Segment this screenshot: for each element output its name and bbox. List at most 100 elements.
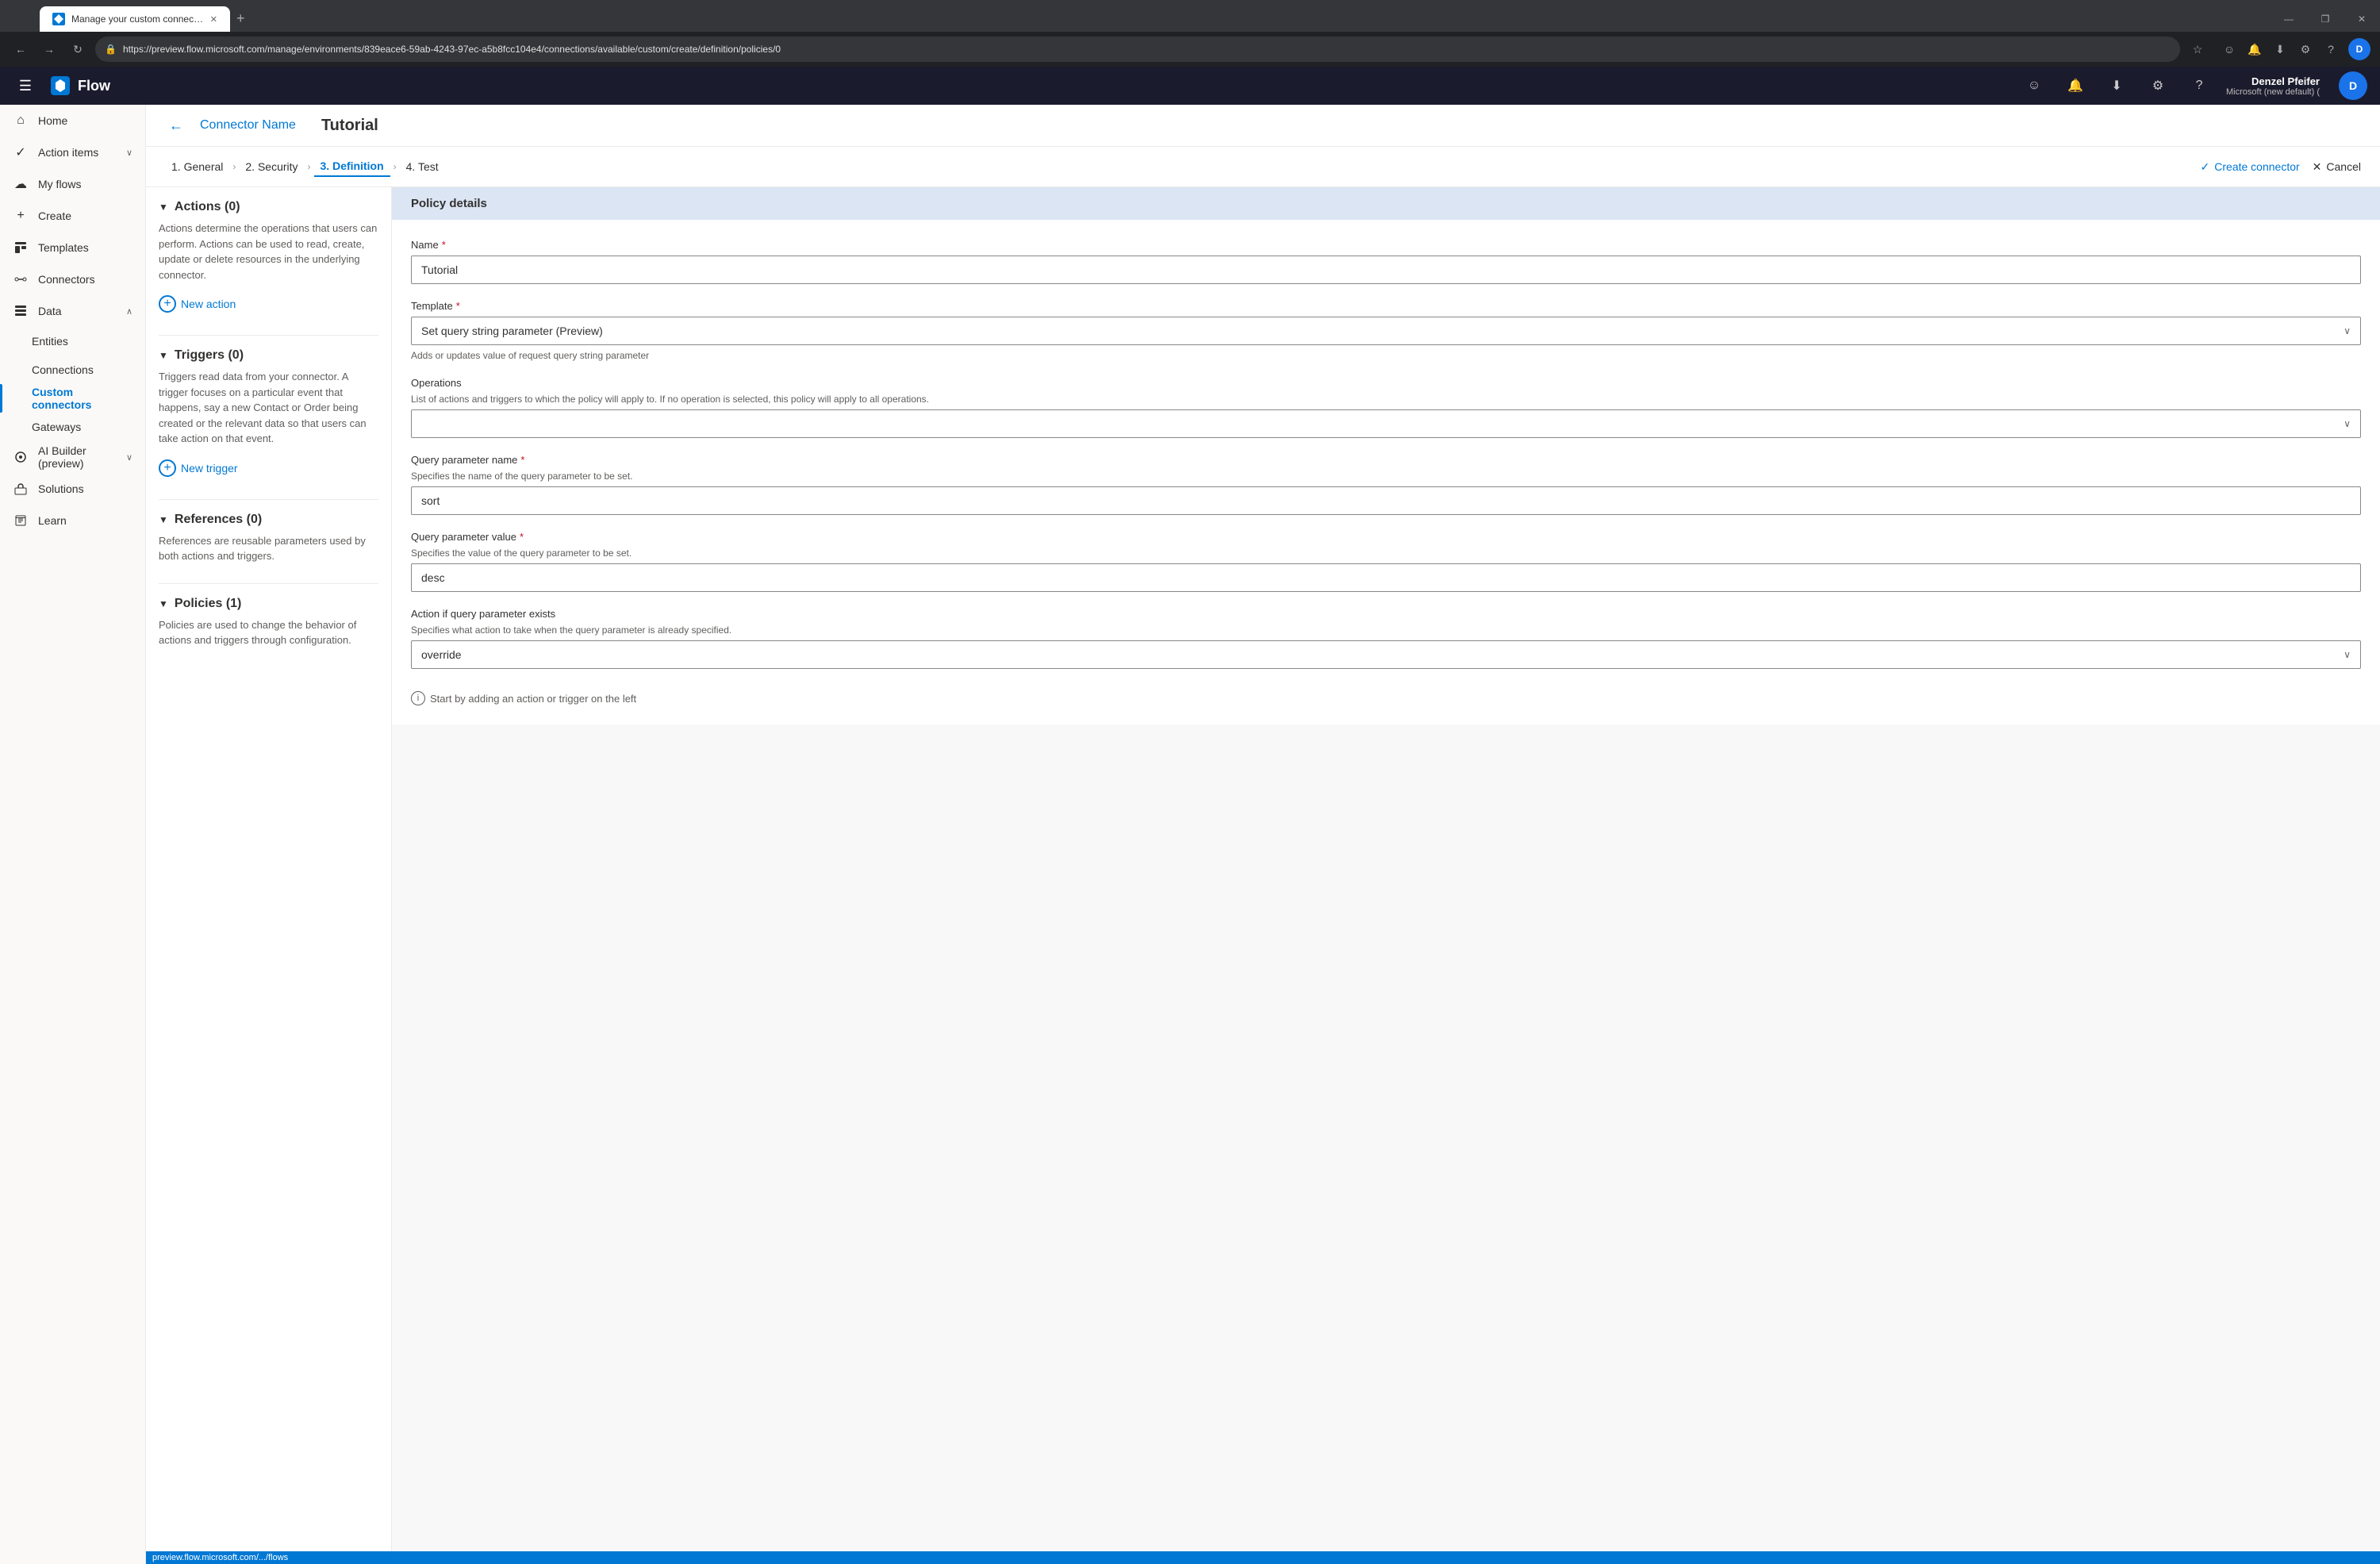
sidebar-item-connections[interactable]: Connections — [0, 355, 145, 384]
sidebar-item-entities[interactable]: Entities — [0, 327, 145, 355]
left-panel: ▼ Actions (0) Actions determine the oper… — [146, 187, 392, 1551]
help-top-icon[interactable]: ? — [2185, 71, 2213, 100]
page-header: ← Connector Name Tutorial — [146, 105, 2380, 147]
triggers-toggle-icon[interactable]: ▼ — [159, 350, 168, 361]
new-tab-button[interactable]: + — [230, 8, 251, 29]
operations-label: Operations — [411, 377, 2361, 389]
template-select-value: Set query string parameter (Preview) — [421, 325, 603, 337]
download-icon[interactable]: ⬇ — [2269, 38, 2291, 60]
new-action-button[interactable]: + New action — [159, 292, 378, 316]
operations-chevron-icon: ∨ — [2344, 418, 2351, 429]
status-bar-text: preview.flow.microsoft.com/.../flows — [152, 1553, 288, 1562]
bottom-hint-text: Start by adding an action or trigger on … — [430, 693, 636, 705]
name-input[interactable] — [411, 256, 2361, 284]
template-hint: Adds or updates value of request query s… — [411, 350, 2361, 361]
tab-close-icon[interactable]: ✕ — [210, 14, 217, 25]
sidebar-item-templates[interactable]: Templates — [0, 232, 145, 263]
sidebar-item-learn[interactable]: Learn — [0, 505, 145, 536]
step-security[interactable]: 2. Security — [239, 157, 304, 176]
settings-top-icon[interactable]: ⚙ — [2144, 71, 2172, 100]
action-items-icon: ✓ — [13, 144, 29, 160]
feedback-top-icon[interactable]: ☺ — [2020, 71, 2048, 100]
sidebar-item-ai-builder[interactable]: AI Builder (preview) ∨ — [0, 441, 145, 473]
right-panel: Policy details Name * — [392, 187, 2380, 1551]
sidebar-item-solutions[interactable]: Solutions — [0, 473, 145, 505]
ai-builder-icon — [13, 449, 29, 465]
create-connector-button[interactable]: ✓ Create connector — [2201, 160, 2300, 174]
policies-section-title: Policies (1) — [175, 597, 241, 611]
templates-icon — [13, 240, 29, 256]
flow-logo-icon — [51, 76, 70, 95]
action-if-exists-select[interactable]: override ∨ — [411, 640, 2361, 669]
policy-details-title: Policy details — [411, 197, 487, 210]
tab-title: Manage your custom connectors — [71, 13, 204, 25]
home-icon: ⌂ — [13, 113, 29, 129]
settings-icon[interactable]: ⚙ — [2294, 38, 2317, 60]
step-general[interactable]: 1. General — [165, 157, 229, 176]
connector-name-link[interactable]: Connector Name — [200, 118, 296, 133]
query-param-value-input[interactable] — [411, 563, 2361, 592]
sidebar-action-items-label: Action items — [38, 146, 98, 159]
action-items-chevron-icon: ∨ — [126, 148, 132, 158]
sidebar-item-gateways[interactable]: Gateways — [0, 413, 145, 441]
forward-nav-button[interactable]: → — [38, 38, 60, 60]
policies-section: ▼ Policies (1) Policies are used to chan… — [159, 597, 378, 648]
steps-actions: ✓ Create connector ✕ Cancel — [2201, 160, 2361, 174]
close-button[interactable]: ✕ — [2344, 6, 2380, 32]
query-param-value-label: Query parameter value * — [411, 531, 2361, 543]
references-toggle-icon[interactable]: ▼ — [159, 514, 168, 525]
new-trigger-plus-icon: + — [159, 459, 176, 477]
download-top-icon[interactable]: ⬇ — [2102, 71, 2131, 100]
step-test[interactable]: 4. Test — [400, 157, 445, 176]
operations-select[interactable]: ∨ — [411, 409, 2361, 438]
sidebar-item-data[interactable]: Data ∧ — [0, 295, 145, 327]
cancel-button[interactable]: ✕ Cancel — [2313, 160, 2361, 174]
maximize-button[interactable]: ❐ — [2307, 6, 2344, 32]
sidebar-connections-label: Connections — [32, 363, 94, 376]
refresh-button[interactable]: ↻ — [67, 38, 89, 60]
query-param-value-required-star: * — [520, 531, 524, 543]
sidebar-item-connectors[interactable]: Connectors — [0, 263, 145, 295]
minimize-button[interactable]: — — [2271, 6, 2307, 32]
actions-section-header: ▼ Actions (0) — [159, 200, 378, 214]
query-param-value-hint: Specifies the value of the query paramet… — [411, 548, 2361, 559]
hamburger-menu[interactable]: ☰ — [13, 73, 38, 98]
user-info: Denzel Pfeifer Microsoft (new default) ( — [2226, 75, 2320, 97]
feedback-icon[interactable]: ☺ — [2218, 38, 2240, 60]
action-if-exists-group: Action if query parameter exists Specifi… — [411, 608, 2361, 669]
browser-tab[interactable]: Manage your custom connectors ✕ — [40, 6, 230, 32]
steps-bar: 1. General › 2. Security › 3. Definition… — [146, 147, 2380, 187]
alerts-top-icon[interactable]: 🔔 — [2061, 71, 2090, 100]
new-trigger-button[interactable]: + New trigger — [159, 456, 378, 480]
address-bar-row: ← → ↻ 🔒 https://preview.flow.microsoft.c… — [0, 32, 2380, 67]
checkmark-icon: ✓ — [2201, 160, 2210, 174]
sidebar-item-custom-connectors[interactable]: Custom connectors — [0, 384, 145, 413]
address-bar[interactable]: 🔒 https://preview.flow.microsoft.com/man… — [95, 37, 2180, 62]
references-divider — [159, 583, 378, 584]
actions-toggle-icon[interactable]: ▼ — [159, 202, 168, 213]
back-nav-button[interactable]: ← — [10, 38, 32, 60]
cancel-x-icon: ✕ — [2313, 160, 2322, 174]
create-icon: + — [13, 208, 29, 224]
sidebar-item-my-flows[interactable]: ☁ My flows — [0, 168, 145, 200]
template-select[interactable]: Set query string parameter (Preview) ∨ — [411, 317, 2361, 345]
lock-icon: 🔒 — [105, 44, 117, 55]
policies-toggle-icon[interactable]: ▼ — [159, 598, 168, 609]
step-definition[interactable]: 3. Definition — [314, 156, 390, 177]
browser-user-avatar[interactable]: D — [2348, 38, 2370, 60]
help-icon[interactable]: ? — [2320, 38, 2342, 60]
my-flows-icon: ☁ — [13, 176, 29, 192]
sidebar-create-label: Create — [38, 209, 71, 222]
alerts-icon[interactable]: 🔔 — [2244, 38, 2266, 60]
name-required-star: * — [442, 239, 446, 251]
star-button[interactable]: ☆ — [2186, 38, 2209, 60]
query-param-name-input[interactable] — [411, 486, 2361, 515]
top-nav: ☰ Flow ☺ 🔔 ⬇ ⚙ ? Denzel Pfeifer Microsof… — [0, 67, 2380, 105]
policy-details-header: Policy details — [392, 187, 2380, 220]
sidebar-item-action-items[interactable]: ✓ Action items ∨ — [0, 136, 145, 168]
sidebar-item-create[interactable]: + Create — [0, 200, 145, 232]
sidebar-item-home[interactable]: ⌂ Home — [0, 105, 145, 136]
back-button[interactable]: ← — [165, 114, 187, 136]
sidebar-learn-label: Learn — [38, 514, 67, 527]
user-avatar-top[interactable]: D — [2339, 71, 2367, 100]
